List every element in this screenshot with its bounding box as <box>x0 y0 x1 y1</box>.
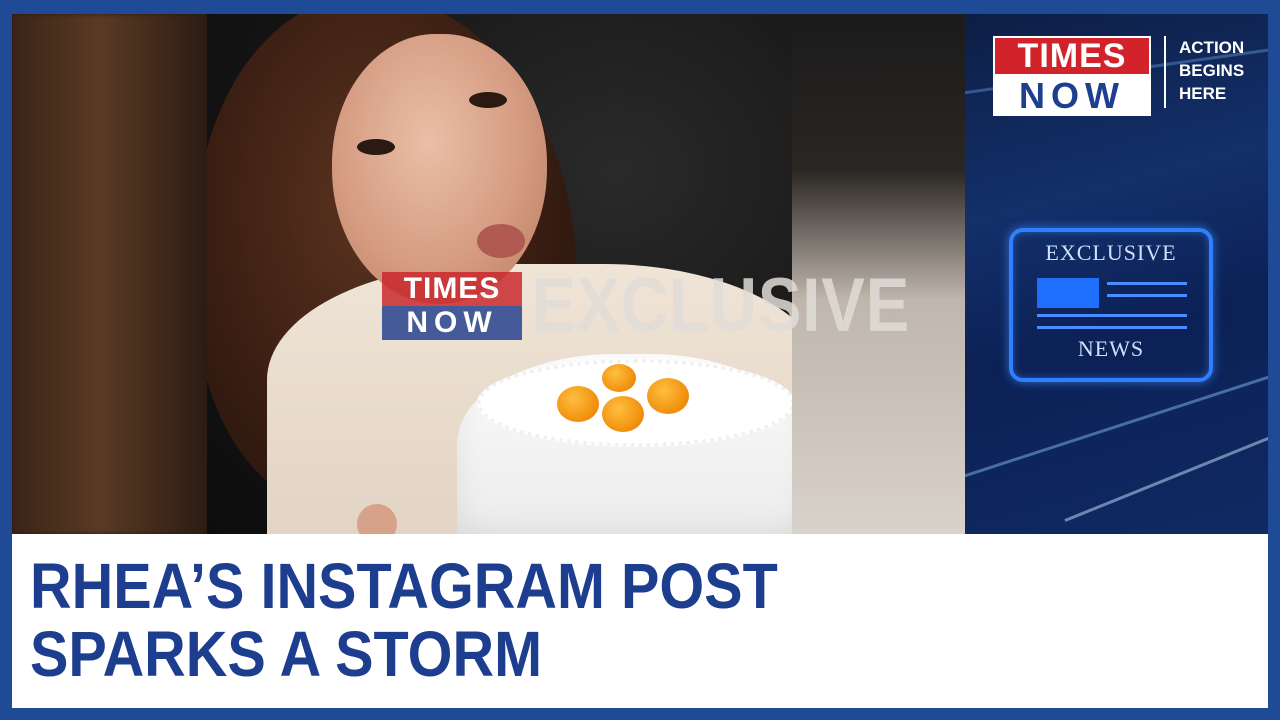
mango-topping <box>557 386 599 422</box>
lips <box>477 224 525 258</box>
face-shape <box>332 34 547 304</box>
newspaper-image-icon <box>1037 278 1099 308</box>
headline: RHEA’S INSTAGRAM POST SPARKS A STORM <box>30 552 1128 688</box>
left-eye <box>357 139 395 155</box>
times-now-logo: TIMES NOW <box>993 36 1151 116</box>
logo-times-text: TIMES <box>993 36 1151 76</box>
watermark-exclusive-text: EXCLUSIVE <box>532 263 911 348</box>
tagline-line: BEGINS <box>1179 61 1245 80</box>
newspaper-line <box>1107 282 1187 285</box>
exclusive-news-badge: EXCLUSIVE NEWS <box>1009 228 1213 382</box>
mango-topping <box>647 378 689 414</box>
newspaper-line <box>1037 314 1187 317</box>
tagline-line: ACTION <box>1179 38 1245 57</box>
newspaper-line <box>1107 294 1187 297</box>
mango-topping <box>602 396 644 432</box>
light-streak <box>1064 421 1268 522</box>
badge-top-text: EXCLUSIVE <box>1045 240 1177 265</box>
newspaper-line <box>1037 326 1187 329</box>
blurred-left-fill <box>12 14 207 534</box>
headline-line-2: SPARKS A STORM <box>30 618 543 690</box>
tagline: ACTION BEGINS HERE <box>1179 36 1264 105</box>
watermark-logo-top: TIMES <box>382 272 522 306</box>
watermark-logo: TIMES NOW <box>382 272 522 340</box>
tagline-line: HERE <box>1179 84 1227 103</box>
logo-now-text: NOW <box>993 76 1151 116</box>
badge-bottom-text: NEWS <box>1077 336 1145 361</box>
thumbnail: TIMES NOW EXCLUSIVE TIMES NOW ACTION BEG… <box>12 14 1268 708</box>
headline-line-1: RHEA’S INSTAGRAM POST <box>30 550 778 622</box>
video-frame: TIMES NOW EXCLUSIVE <box>12 14 965 534</box>
watermark-logo-bottom: NOW <box>382 306 522 340</box>
mango-topping <box>602 364 636 392</box>
light-streak <box>965 366 1268 487</box>
right-eye <box>469 92 507 108</box>
logo-divider <box>1164 36 1166 108</box>
side-panel: TIMES NOW ACTION BEGINS HERE EXCLUSIVE N… <box>965 14 1268 534</box>
